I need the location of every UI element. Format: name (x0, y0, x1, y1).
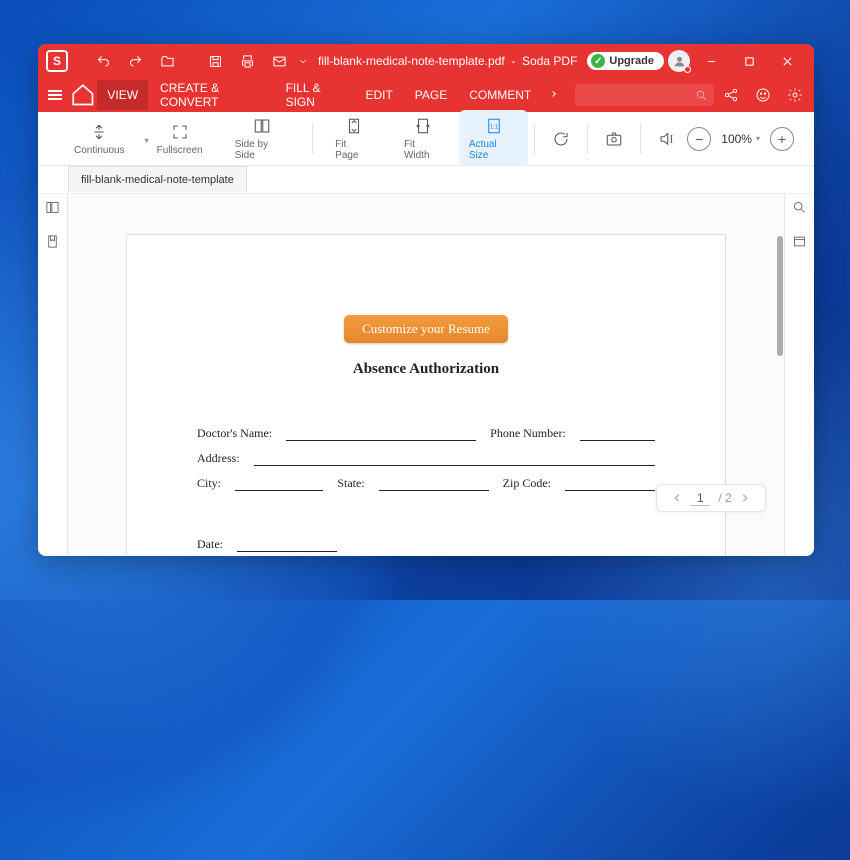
label-address: Address: (197, 451, 240, 466)
zoom-out-button[interactable]: − (687, 127, 711, 151)
view-toolbar: Continuous ▾ Fullscreen Side by Side Fit… (38, 112, 814, 166)
maximize-button[interactable] (732, 48, 766, 74)
document-tab[interactable]: fill-blank-medical-note-template (68, 166, 247, 192)
minimize-button[interactable] (694, 48, 728, 74)
panel-icon[interactable] (792, 234, 807, 254)
field-phone[interactable] (580, 427, 655, 441)
label-city: City: (197, 476, 221, 491)
undo-icon[interactable] (90, 48, 116, 74)
upgrade-button[interactable]: ✓ Upgrade (587, 52, 664, 70)
save-icon[interactable] (202, 48, 228, 74)
folder-icon[interactable] (154, 48, 180, 74)
search-input[interactable] (575, 84, 714, 106)
label-doctor: Doctor's Name: (197, 426, 272, 441)
label-zip: Zip Code: (503, 476, 551, 491)
dropdown-caret-icon[interactable] (298, 48, 308, 74)
zoom-value[interactable]: 100% (721, 132, 752, 146)
customize-resume-button[interactable]: Customize your Resume (344, 315, 508, 343)
settings-icon[interactable] (780, 80, 810, 110)
tool-continuous[interactable]: Continuous ▾ (58, 122, 141, 156)
scrollbar-thumb[interactable] (777, 236, 783, 356)
menu-comment[interactable]: COMMENT (459, 80, 541, 110)
page-total: / 2 (718, 491, 731, 505)
camera-icon (604, 129, 624, 149)
check-icon: ✓ (591, 54, 605, 68)
close-button[interactable] (770, 48, 804, 74)
tool-fitpage[interactable]: Fit Page (319, 116, 388, 161)
tool-readaloud[interactable] (647, 129, 687, 149)
menu-fill-sign[interactable]: FILL & SIGN (276, 73, 354, 117)
tool-fitwidth[interactable]: Fit Width (388, 116, 459, 161)
menubar: VIEW CREATE & CONVERT FILL & SIGN EDIT P… (38, 78, 814, 112)
redo-icon[interactable] (122, 48, 148, 74)
window-title: fill-blank-medical-note-template.pdf - S… (308, 54, 587, 68)
field-zip[interactable] (565, 477, 655, 491)
mail-icon[interactable] (266, 48, 292, 74)
fullscreen-icon (170, 122, 190, 142)
right-sidebar (784, 194, 814, 556)
share-icon[interactable] (716, 80, 746, 110)
field-city[interactable] (235, 477, 323, 491)
app-window: S fill-blank-medical-note-template.pdf -… (38, 44, 814, 556)
menu-view[interactable]: VIEW (97, 80, 148, 110)
user-avatar[interactable] (668, 50, 690, 72)
thumbnails-icon[interactable] (45, 200, 60, 220)
menu-create-convert[interactable]: CREATE & CONVERT (150, 73, 274, 117)
menu-overflow-icon[interactable] (543, 88, 565, 102)
actualsize-icon: 1:1 (484, 116, 504, 136)
tool-fullscreen[interactable]: Fullscreen (141, 122, 219, 156)
continuous-icon (89, 122, 109, 142)
tool-rotate[interactable] (541, 129, 581, 149)
field-date[interactable] (237, 538, 337, 552)
search-icon[interactable] (792, 200, 807, 220)
tool-sidebyside[interactable]: Side by Side (219, 116, 306, 161)
page-input[interactable] (690, 491, 710, 506)
fitpage-icon (344, 116, 364, 136)
next-page-icon[interactable] (740, 493, 750, 503)
prev-page-icon[interactable] (672, 493, 682, 503)
label-phone: Phone Number: (490, 426, 566, 441)
menu-page[interactable]: PAGE (405, 80, 457, 110)
bookmarks-icon[interactable] (45, 234, 60, 254)
sidebyside-icon (252, 116, 272, 136)
help-icon[interactable] (748, 80, 778, 110)
label-date: Date: (197, 537, 223, 552)
tool-snapshot[interactable] (594, 129, 634, 149)
svg-text:1:1: 1:1 (489, 124, 498, 130)
field-doctor[interactable] (286, 427, 476, 441)
pdf-page: Customize your Resume Absence Authorizat… (126, 234, 726, 556)
speaker-icon (657, 129, 677, 149)
zoom-in-button[interactable]: + (770, 127, 794, 151)
field-address[interactable] (254, 452, 655, 466)
left-sidebar (38, 194, 68, 556)
menu-edit[interactable]: EDIT (355, 80, 402, 110)
document-title: Absence Authorization (197, 361, 655, 378)
field-state[interactable] (379, 477, 489, 491)
page-navigator: / 2 (656, 484, 766, 512)
label-state: State: (337, 476, 364, 491)
app-logo: S (46, 50, 68, 72)
home-icon[interactable] (70, 80, 96, 110)
fitwidth-icon (413, 116, 433, 136)
rotate-icon (551, 129, 571, 149)
print-icon[interactable] (234, 48, 260, 74)
chevron-down-icon[interactable]: ▾ (756, 134, 760, 143)
tool-actualsize[interactable]: 1:1 Actual Size (459, 110, 528, 167)
hamburger-menu[interactable] (42, 80, 68, 110)
